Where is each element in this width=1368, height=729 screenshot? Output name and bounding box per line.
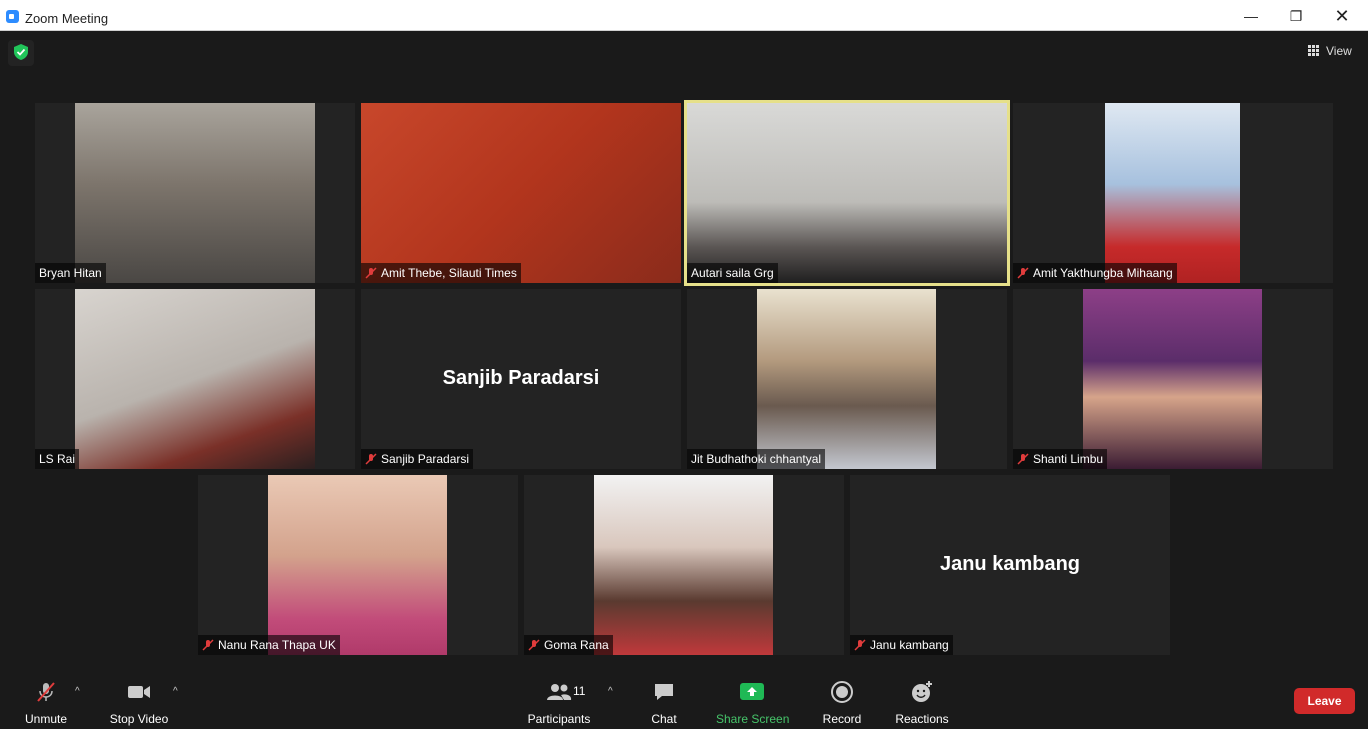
participant-tile-7[interactable]: Jit Budhathoki chhantyal: [687, 289, 1007, 469]
video-camera-icon: [128, 686, 150, 698]
smiley-plus-icon: [912, 681, 932, 702]
mic-muted-icon: [1017, 265, 1029, 279]
participant-placeholder-name: Sanjib Paradarsi: [442, 367, 600, 389]
participant-placeholder-name: Janu kambang: [939, 553, 1081, 575]
grid-icon: [1308, 45, 1319, 56]
participant-count: 11: [573, 684, 586, 698]
participant-tile-11[interactable]: Janu kambang Janu kambang: [850, 475, 1170, 655]
participant-name: Autari saila Grg: [687, 263, 778, 283]
participant-tile-4[interactable]: Amit Yakthungba Mihaang: [1013, 103, 1333, 283]
participant-name: Jit Budhathoki chhantyal: [687, 449, 826, 469]
participant-name: Amit Thebe, Silauti Times: [361, 263, 521, 283]
window-title: Zoom Meeting: [25, 11, 109, 26]
participant-video: [75, 289, 315, 469]
share-screen-button[interactable]: Share Screen: [716, 680, 789, 726]
participant-video: [361, 103, 681, 283]
participant-name: Shanti Limbu: [1013, 449, 1108, 469]
meeting-toolbar: Unmute ^ Stop Video ^ 11 Participants ^ …: [0, 668, 1368, 729]
participants-button[interactable]: 11 Participants: [526, 680, 592, 726]
participant-video: [757, 289, 936, 469]
mic-muted-icon: [37, 682, 55, 702]
participant-tile-3[interactable]: Autari saila Grg: [684, 100, 1010, 286]
participant-video: [75, 103, 315, 283]
participant-name: LS Rai: [35, 449, 80, 469]
zoom-logo-icon: [6, 10, 19, 23]
participant-tile-10[interactable]: Goma Rana: [524, 475, 844, 655]
minimize-button[interactable]: —: [1231, 4, 1271, 28]
participant-tile-6[interactable]: Sanjib Paradarsi Sanjib Paradarsi: [361, 289, 681, 469]
security-shield-icon[interactable]: [8, 40, 34, 66]
chat-button[interactable]: Chat: [646, 680, 682, 726]
participant-name: Goma Rana: [524, 635, 613, 655]
unmute-button[interactable]: Unmute: [22, 680, 70, 726]
mic-muted-icon: [528, 637, 540, 651]
maximize-button[interactable]: ❐: [1276, 4, 1316, 28]
audio-options-chevron-icon[interactable]: ^: [75, 686, 80, 697]
mic-muted-icon: [1017, 451, 1029, 465]
share-screen-icon: [740, 683, 764, 700]
mic-muted-icon: [365, 451, 377, 465]
participant-video: [1105, 103, 1240, 283]
stop-video-button[interactable]: Stop Video: [108, 680, 170, 726]
participant-video: [268, 475, 447, 655]
participant-tile-2[interactable]: Amit Thebe, Silauti Times: [361, 103, 681, 283]
participants-options-chevron-icon[interactable]: ^: [608, 686, 613, 697]
participant-video: [594, 475, 773, 655]
participant-name: Janu kambang: [850, 635, 953, 655]
record-button[interactable]: Record: [820, 680, 864, 726]
video-options-chevron-icon[interactable]: ^: [173, 686, 178, 697]
participant-name: Amit Yakthungba Mihaang: [1013, 263, 1177, 283]
participant-video: [687, 103, 1007, 283]
title-bar: Zoom Meeting — ❐ ✕: [0, 0, 1368, 31]
mic-muted-icon: [854, 637, 866, 651]
participant-tile-5[interactable]: LS Rai: [35, 289, 355, 469]
participant-name: Sanjib Paradarsi: [361, 449, 474, 469]
mic-muted-icon: [202, 637, 214, 651]
chat-bubble-icon: [655, 684, 673, 700]
zoom-window: Zoom Meeting — ❐ ✕ View Bryan Hitan Amit…: [0, 0, 1368, 729]
mic-muted-icon: [365, 265, 377, 279]
leave-button[interactable]: Leave: [1294, 688, 1355, 714]
participant-name: Nanu Rana Thapa UK: [198, 635, 340, 655]
reactions-button[interactable]: Reactions: [894, 680, 950, 726]
participant-tile-9[interactable]: Nanu Rana Thapa UK: [198, 475, 518, 655]
view-button[interactable]: View: [1302, 40, 1360, 62]
close-button[interactable]: ✕: [1322, 4, 1362, 28]
participants-icon: [547, 684, 572, 700]
participant-tile-1[interactable]: Bryan Hitan: [35, 103, 355, 283]
participant-name: Bryan Hitan: [35, 263, 106, 283]
participant-tile-8[interactable]: Shanti Limbu: [1013, 289, 1333, 469]
participant-video: [1083, 289, 1262, 469]
record-icon: [831, 681, 853, 703]
